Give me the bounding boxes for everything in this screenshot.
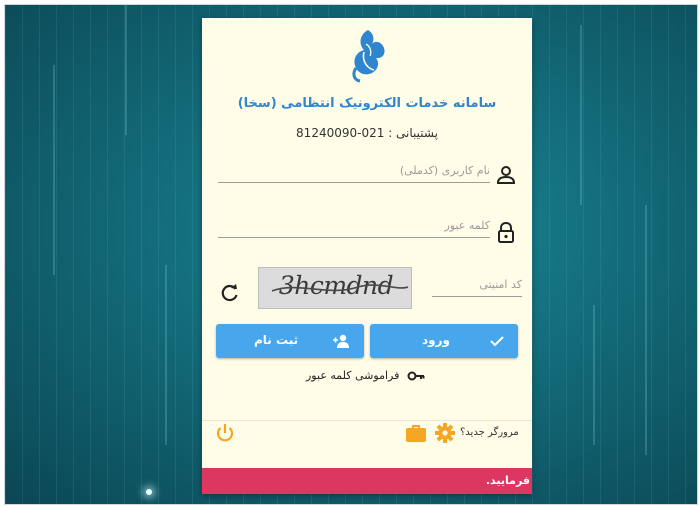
password-field[interactable]: کلمه عبور	[218, 215, 490, 238]
username-field[interactable]: نام کاربری (کدملی)	[218, 160, 490, 183]
briefcase-icon[interactable]	[405, 423, 427, 443]
add-user-icon	[333, 334, 349, 348]
refresh-icon[interactable]	[220, 283, 240, 303]
power-icon[interactable]	[214, 422, 236, 444]
password-placeholder: کلمه عبور	[444, 219, 490, 232]
background-streak	[125, 5, 127, 135]
captcha-placeholder: کد امنیتی	[479, 278, 522, 291]
background-streak	[53, 65, 55, 275]
lock-icon	[498, 221, 514, 243]
app-title: سامانه خدمات الکترونیک انتظامی (سخا)	[237, 96, 497, 111]
register-label: ثبت نام	[254, 333, 299, 347]
background-streak	[593, 305, 595, 445]
new-browser-label: مرورگر جدید؟	[460, 427, 519, 438]
key-icon	[407, 371, 425, 381]
background-streak	[580, 25, 582, 205]
forgot-password-link[interactable]: فراموشی کلمه عبور	[306, 367, 425, 385]
check-icon	[490, 336, 504, 347]
support-phone: پشتیبانی : 021-81240090	[296, 126, 438, 140]
login-card: سامانه خدمات الکترونیک انتظامی (سخا) پشت…	[202, 18, 532, 494]
notice-text: فرمایید.	[485, 474, 530, 487]
captcha-field[interactable]: کد امنیتی	[432, 274, 522, 297]
seahorse-logo-icon	[352, 30, 385, 83]
captcha-noise-line	[271, 284, 409, 292]
background-streak	[645, 205, 647, 455]
divider	[202, 420, 532, 421]
login-label: ورود	[422, 333, 450, 347]
notice-bar: فرمایید.	[202, 468, 532, 494]
gear-icon[interactable]	[434, 422, 456, 444]
forgot-password-label: فراموشی کلمه عبور	[306, 369, 400, 382]
username-placeholder: نام کاربری (کدملی)	[399, 164, 490, 177]
register-button[interactable]: ثبت نام	[216, 324, 364, 358]
background-glow	[146, 489, 152, 495]
login-button[interactable]: ورود	[370, 324, 518, 358]
background-streak	[165, 265, 167, 445]
captcha-image: 3hcmdnd	[258, 267, 412, 309]
user-icon	[496, 166, 516, 184]
